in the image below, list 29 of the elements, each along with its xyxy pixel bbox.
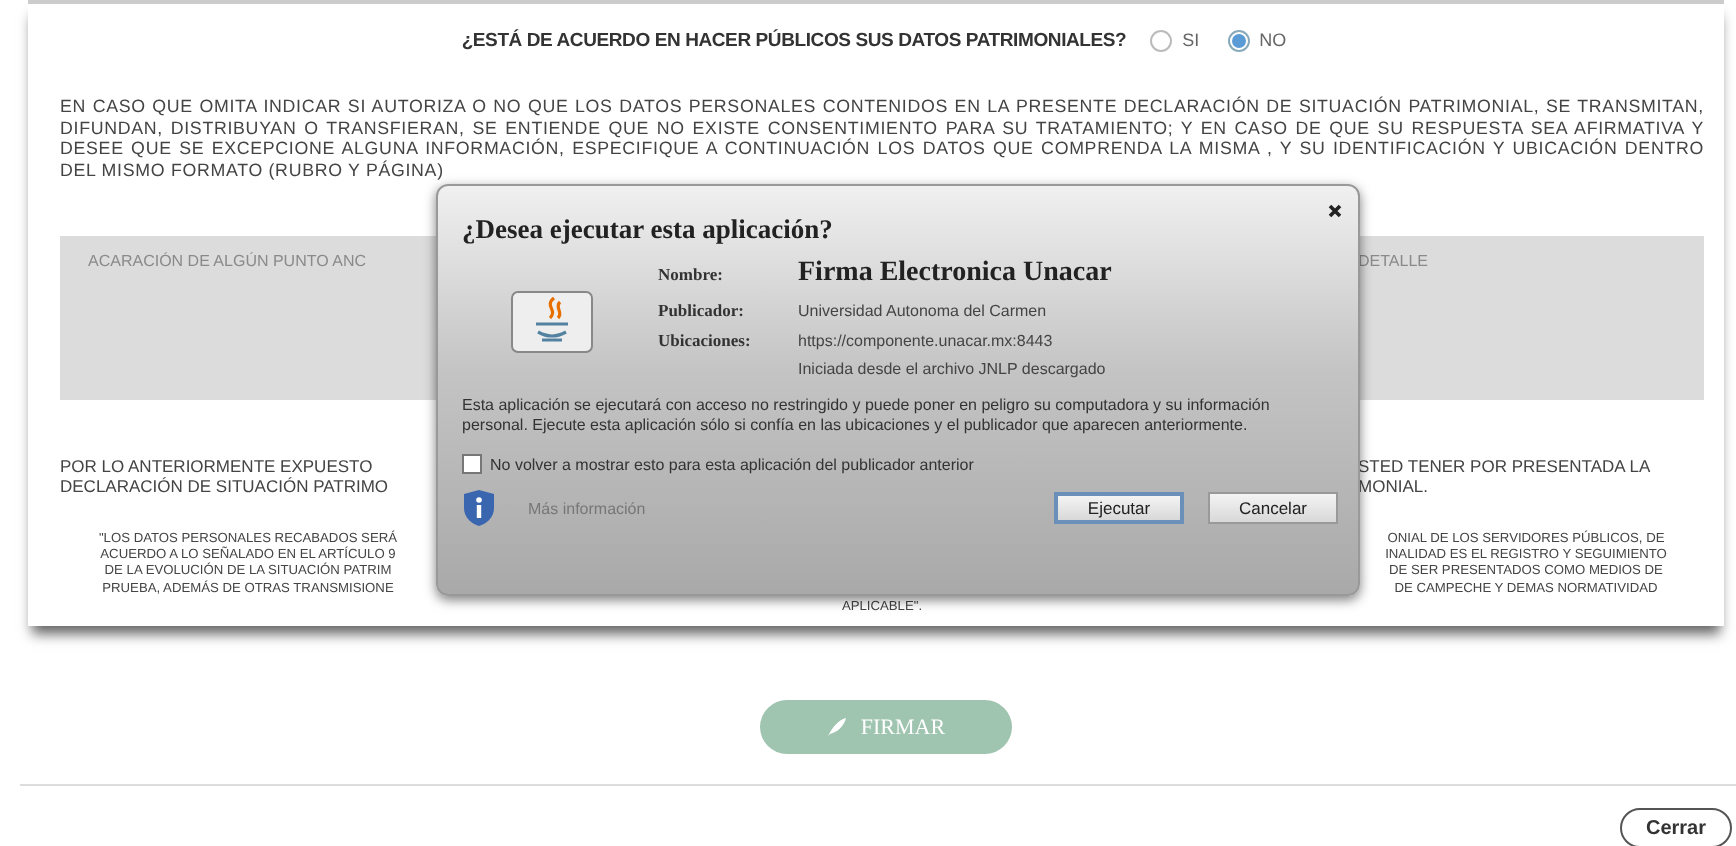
statement-text: MONIAL. <box>1358 476 1430 496</box>
warning-text: Esta aplicación se ejecutará con acceso no restringido y puede poner en peligro su computadora y su información personal. Ejecute esta aplicación sólo si confía en las ubicaciones y el publicador que aparecen anteriormente. <box>462 396 1272 436</box>
column-header: ACARACIÓN DE ALGÚN PUNTO ANC <box>88 252 366 272</box>
checkbox[interactable] <box>462 454 482 474</box>
dialog-button[interactable]: Cancelar <box>1208 492 1338 524</box>
coffee-cup-icon <box>510 290 594 354</box>
statement-text: POR LO ANTERIORMENTE EXPUESTO <box>60 456 375 476</box>
field-label: Nombre: <box>658 264 725 284</box>
info-shield-icon <box>462 488 496 528</box>
feather-icon <box>826 716 849 738</box>
radio-button[interactable] <box>1150 29 1173 51</box>
radio-label: SI <box>1182 30 1200 50</box>
dialog-button[interactable]: Ejecutar <box>1054 492 1184 524</box>
question-text: ¿ESTÁ DE ACUERDO EN HACER PÚBLICOS SUS DATOS PATRIMONIALES? <box>461 29 1127 51</box>
statement-text: STED TENER POR PRESENTADA LA <box>1358 456 1653 476</box>
field-value: https://componente.unacar.mx:8443 <box>798 332 1055 350</box>
field-value: Universidad Autonoma del Carmen <box>798 302 1049 320</box>
radio-label: NO <box>1259 30 1287 50</box>
statement-text: DECLARACIÓN DE SITUACIÓN PATRIMO <box>60 476 391 496</box>
field-value: Firma Electronica Unacar <box>798 258 1112 290</box>
checkbox-label: No volver a mostrar esto para esta aplicación del publicador anterior <box>490 455 974 473</box>
field-label: Ubicaciones: <box>658 330 753 350</box>
field-value: Iniciada desde el archivo JNLP descargado <box>798 360 1108 378</box>
field-label: Publicador: <box>658 300 746 320</box>
dialog-title: ¿Desea ejecutar esta aplicación? <box>462 214 835 246</box>
close-button[interactable]: Cerrar <box>1619 808 1732 846</box>
notice-paragraph: EN CASO QUE OMITA INDICAR SI AUTORIZA O NO QUE LOS DATOS PERSONALES CONTENIDOS EN LA PRESENTE DECLARACIÓN DE SITUACIÓN PATRIMONIAL, SE TRANSMITAN, DIFUNDAN, DISTRIBUYAN O TRANSFIERAN, SE ENTIENDE QUE NO EXISTE CONSENTIMIENTO PARA SU TRATAMIENTO; Y EN CASO DE QUE SU RESPUESTA SEA AFIRMATIVA Y DESEE QUE SE EXCEPCIONE ALGUNA INFORMACIÓN, ESPECIFIQUE A CONTINUACIÓN LOS DATOS QUE COMPRENDA LA MISMA , Y SU IDENTIFICACIÓN Y UBICACIÓN DENTRO DEL MISMO FORMATO (RUBRO Y PÁGINA) <box>60 96 1704 180</box>
close-icon[interactable] <box>1328 204 1342 218</box>
radio-button[interactable] <box>1227 29 1250 51</box>
